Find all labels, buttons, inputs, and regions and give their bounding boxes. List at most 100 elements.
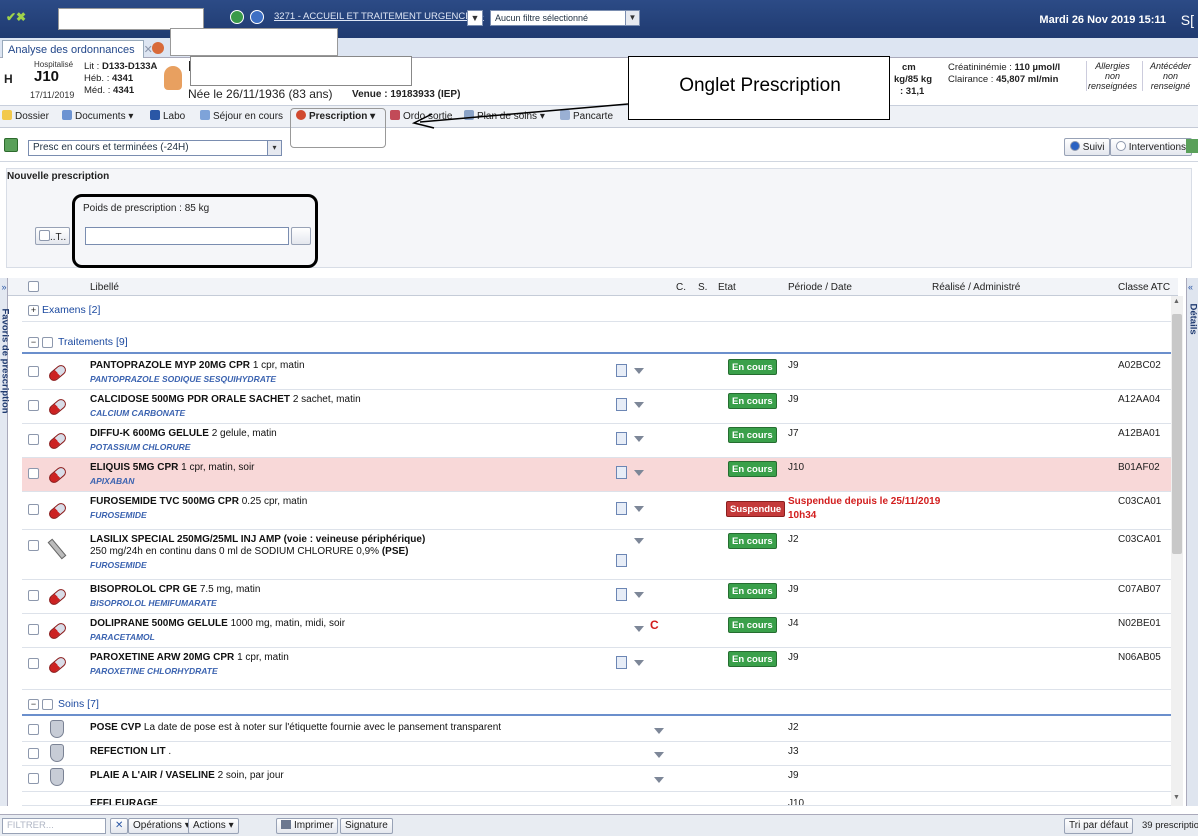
user-icon[interactable] (250, 10, 264, 24)
table-row[interactable]: EFFLEURAGE J10 (22, 792, 1172, 806)
table-row[interactable]: CALCIDOSE 500MG PDR ORALE SACHET 2 sache… (22, 390, 1172, 424)
folder-icon (2, 110, 12, 120)
refresh-icon[interactable] (1186, 139, 1198, 153)
group-checkbox[interactable] (42, 337, 53, 348)
table-row[interactable]: POSE CVP La date de pose est à noter sur… (22, 718, 1172, 742)
table-scrollbar[interactable]: ▲ ▼ (1171, 296, 1183, 806)
scroll-down-icon[interactable]: ▼ (1173, 794, 1180, 801)
table-row[interactable]: FUROSEMIDE TVC 500MG CPR 0.25 cpr, matin… (22, 492, 1172, 530)
favorites-sidebar[interactable]: » Favoris de prescription (0, 278, 11, 806)
row-checkbox[interactable] (28, 540, 39, 551)
table-row[interactable]: BISOPROLOL CPR GE 7.5 mg, matin BISOPROL… (22, 580, 1172, 614)
details-sidebar[interactable]: « Détails (1186, 278, 1198, 806)
expand-icon[interactable]: + (28, 305, 39, 316)
row-checkbox[interactable] (28, 624, 39, 635)
print-button[interactable]: Imprimer (276, 818, 339, 834)
document-icon[interactable] (616, 398, 627, 411)
row-checkbox[interactable] (28, 504, 39, 515)
service-link[interactable]: 3271 - ACCUEIL ET TRAITEMENT URGENCES - (274, 11, 484, 22)
filter-dropdown[interactable]: Aucun filtre sélectionné ▼ (490, 10, 640, 26)
document-icon[interactable] (616, 466, 627, 479)
menu-documents[interactable]: Documents ▾ (62, 110, 133, 122)
filter-row: Presc en cours et terminées (-24H) ▾ Sui… (0, 134, 1198, 162)
row-checkbox[interactable] (28, 400, 39, 411)
row-checkbox[interactable] (28, 773, 39, 784)
menu-sejour[interactable]: Séjour en cours (200, 110, 283, 122)
chevron-down-icon[interactable] (654, 777, 664, 783)
table-row[interactable]: PANTOPRAZOLE MYP 20MG CPR 1 cpr, matin P… (22, 356, 1172, 390)
collapse-icon[interactable]: − (28, 699, 39, 710)
col-etat[interactable]: Etat (718, 282, 736, 293)
chevron-down-icon[interactable] (634, 626, 644, 632)
document-icon[interactable] (616, 656, 627, 669)
service-dropdown-arrow[interactable]: ▼ (467, 10, 483, 26)
row-checkbox[interactable] (28, 590, 39, 601)
prescription-filter-select[interactable]: Presc en cours et terminées (-24H) ▾ (28, 140, 282, 156)
table-row[interactable]: ELIQUIS 5MG CPR 1 cpr, matin, soir APIXA… (22, 458, 1172, 492)
col-c[interactable]: C. (676, 282, 686, 293)
chevron-down-icon[interactable] (634, 368, 644, 374)
col-atc[interactable]: Classe ATC (1118, 282, 1170, 293)
add-icon[interactable] (4, 138, 18, 152)
row-checkbox[interactable] (28, 366, 39, 377)
signature-button[interactable]: Signature (340, 818, 393, 834)
table-row[interactable]: LASILIX SPECIAL 250MG/25ML INJ AMP (voie… (22, 530, 1172, 580)
document-icon[interactable] (616, 588, 627, 601)
group-traitements[interactable]: − Traitements [9] (22, 332, 1172, 354)
group-examens[interactable]: + Examens [2] (22, 300, 1172, 322)
expand-icon[interactable]: » (0, 282, 8, 292)
atc-code: A02BC02 (1118, 360, 1161, 371)
chevron-down-icon[interactable] (634, 436, 644, 442)
care-icon (50, 744, 64, 762)
suivi-toggle[interactable]: Suivi (1064, 138, 1111, 156)
redacted-field (170, 28, 338, 56)
table-row[interactable]: REFECTION LIT . J3 (22, 742, 1172, 766)
select-all-checkbox[interactable] (28, 281, 39, 292)
document-icon[interactable] (616, 502, 627, 515)
scroll-up-icon[interactable]: ▲ (1173, 298, 1180, 305)
document-icon[interactable] (616, 432, 627, 445)
table-row[interactable]: DOLIPRANE 500MG GELULE 1000 mg, matin, m… (22, 614, 1172, 648)
status-badge: En cours (728, 651, 777, 667)
chevron-down-icon[interactable] (634, 660, 644, 666)
interventions-toggle[interactable]: Interventions (1110, 138, 1193, 156)
chevron-down-icon[interactable] (634, 402, 644, 408)
col-periode[interactable]: Période / Date (788, 282, 852, 293)
tab-analyse-ordonnances[interactable]: Analyse des ordonnances ✕ (2, 40, 153, 58)
chevron-down-icon[interactable] (634, 470, 644, 476)
col-realise[interactable]: Réalisé / Administré (932, 282, 1020, 293)
refresh-icon[interactable] (230, 10, 244, 24)
chevron-down-icon[interactable] (654, 752, 664, 758)
group-soins[interactable]: − Soins [7] (22, 694, 1172, 716)
bottom-bar: FILTRER... ✕ Opérations ▾ Actions ▾ Impr… (0, 814, 1198, 836)
row-checkbox[interactable] (28, 748, 39, 759)
chevron-down-icon[interactable] (634, 592, 644, 598)
patient-banner: H Hospitalisé J10 17/11/2019 Lit : D133-… (0, 56, 1198, 106)
table-row[interactable]: DIFFU-K 600MG GELULE 2 gelule, matin POT… (22, 424, 1172, 458)
table-row[interactable]: PLAIE A L'AIR / VASELINE 2 soin, par jou… (22, 766, 1172, 792)
filter-toggle-button[interactable]: ..T.. (35, 227, 71, 245)
chevron-down-icon[interactable] (634, 538, 644, 544)
clear-filter-button[interactable]: ✕ (110, 818, 129, 834)
col-s[interactable]: S. (698, 282, 707, 293)
collapse-icon[interactable]: « (1188, 282, 1193, 292)
filter-input[interactable]: FILTRER... (2, 818, 106, 834)
sort-default-button[interactable]: Tri par défaut (1064, 818, 1134, 834)
menu-dossier[interactable]: Dossier (2, 110, 49, 122)
chevron-down-icon[interactable] (654, 728, 664, 734)
collapse-icon[interactable]: − (28, 337, 39, 348)
scroll-thumb[interactable] (1172, 314, 1182, 554)
col-libelle[interactable]: Libellé (90, 282, 119, 293)
row-checkbox[interactable] (28, 434, 39, 445)
row-checkbox[interactable] (28, 724, 39, 735)
document-icon[interactable] (616, 554, 627, 567)
row-checkbox[interactable] (28, 468, 39, 479)
group-checkbox[interactable] (42, 699, 53, 710)
row-checkbox[interactable] (28, 658, 39, 669)
menu-labo[interactable]: Labo (150, 110, 185, 122)
actions-button[interactable]: Actions ▾ (188, 818, 239, 834)
operations-button[interactable]: Opérations ▾ (128, 818, 195, 834)
chevron-down-icon[interactable] (634, 506, 644, 512)
table-row[interactable]: PAROXETINE ARW 20MG CPR 1 cpr, matin PAR… (22, 648, 1172, 690)
document-icon[interactable] (616, 364, 627, 377)
